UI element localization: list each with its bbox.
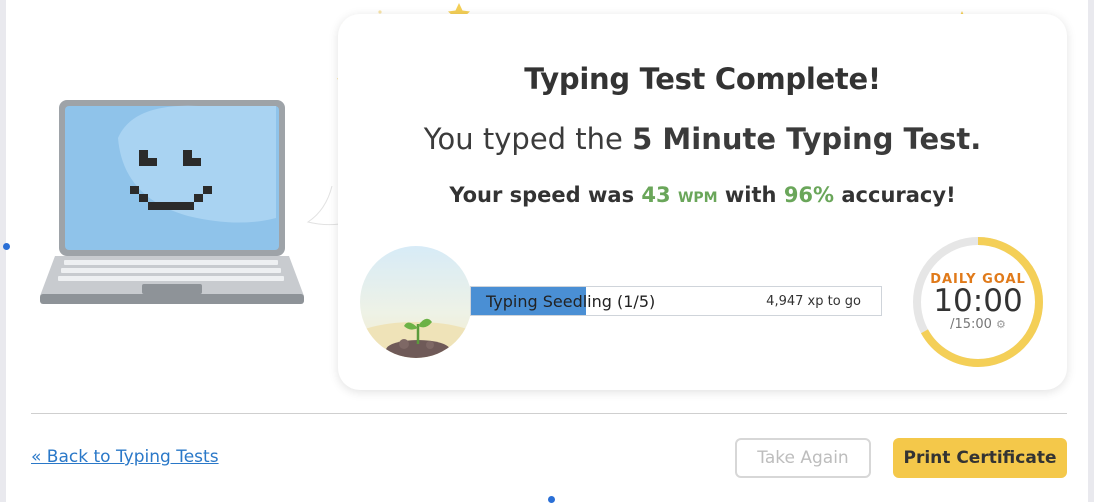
- laptop-mascot-icon: [40, 100, 304, 304]
- back-to-typing-tests-link[interactable]: « Back to Typing Tests: [31, 447, 219, 467]
- daily-goal-time: 10:00: [933, 283, 1023, 319]
- print-certificate-button[interactable]: Print Certificate: [893, 438, 1067, 478]
- footer-divider: [31, 413, 1067, 414]
- wpm-value: 43: [641, 183, 671, 207]
- speed-prefix: Your speed was: [449, 183, 642, 207]
- edge-dot: [3, 243, 10, 250]
- level-label: Typing Seedling (1/5): [486, 292, 656, 311]
- speed-suffix: accuracy!: [834, 183, 956, 207]
- wpm-unit: WPM: [677, 190, 718, 206]
- take-again-button[interactable]: Take Again: [735, 438, 871, 478]
- seedling-level-icon: [360, 246, 472, 358]
- test-name: 5 Minute Typing Test.: [632, 122, 982, 156]
- xp-to-go: 4,947 xp to go: [766, 294, 861, 309]
- result-card: Typing Test Complete! You typed the 5 Mi…: [338, 14, 1067, 390]
- test-name-line: You typed the 5 Minute Typing Test.: [338, 122, 1067, 156]
- daily-goal-total: /15:00: [950, 317, 992, 332]
- page-edge-right: [1088, 0, 1094, 502]
- page-title: Typing Test Complete!: [524, 62, 881, 96]
- page-edge-left: [0, 0, 6, 502]
- daily-goal-text: DAILY GOAL 10:00 /15:00 ⚙: [910, 272, 1046, 332]
- gear-icon[interactable]: ⚙: [996, 318, 1006, 331]
- accuracy-value: 96%: [783, 183, 835, 207]
- speed-summary: Your speed was 43 WPM with 96% accuracy!: [338, 183, 1067, 207]
- speed-middle: with: [717, 183, 784, 207]
- daily-goal-total-line: /15:00 ⚙: [910, 317, 1046, 332]
- xp-progress-bar: Typing Seedling (1/5) 4,947 xp to go: [470, 286, 882, 316]
- subtitle-prefix: You typed the: [423, 122, 633, 156]
